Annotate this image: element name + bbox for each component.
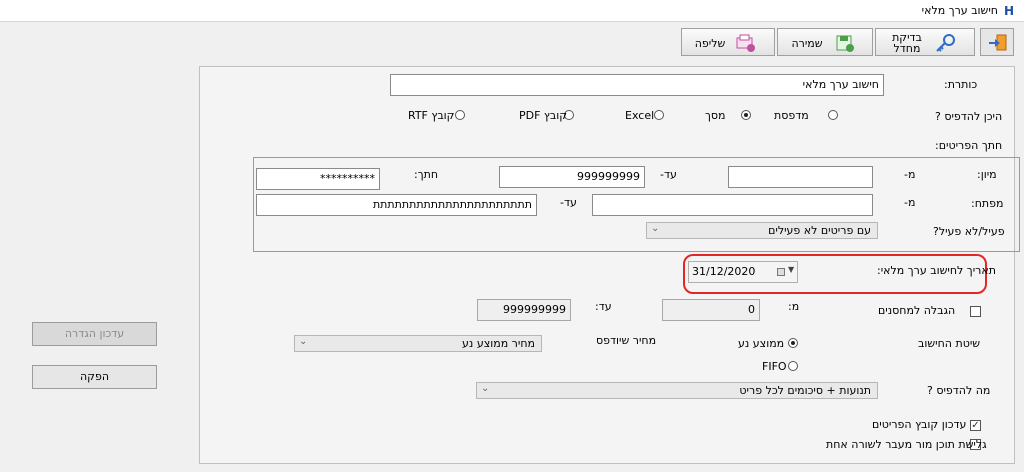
warehouse-limit-label: הגבלה למחסנים <box>878 304 956 317</box>
active-dropdown[interactable]: ⌄ עם פריטים לא פעילים <box>646 222 878 239</box>
output-option-excel[interactable]: Excel <box>625 107 665 123</box>
date-value: 31/12/2020 <box>692 265 756 278</box>
save-button[interactable]: שמירה <box>777 28 873 56</box>
calc-option-moving-average[interactable]: ממוצע נע <box>738 335 800 351</box>
subject-input[interactable]: חישוב ערך מלאי <box>390 74 884 96</box>
output-excel-radio[interactable] <box>654 110 664 120</box>
chevron-down-icon: ⌄ <box>299 336 308 347</box>
key-from-input[interactable] <box>592 194 873 216</box>
sort-label: מיון: <box>977 168 997 181</box>
chevron-down-icon: ⌄ <box>481 383 490 394</box>
calc-fifo-radio[interactable] <box>788 361 798 371</box>
sort-to-label: עד- <box>660 168 677 181</box>
calc-moving-average-label: ממוצע נע <box>738 337 785 350</box>
check-default-button[interactable]: בדיקת מחדל <box>875 28 975 56</box>
what-print-dropdown[interactable]: ⌄ תנועות + סיכומים לכל פריט <box>476 382 878 399</box>
output-option-screen[interactable]: מסך <box>705 107 751 123</box>
key-to-label: עד- <box>560 196 577 209</box>
output-pdf-label: קובץ PDF <box>519 109 568 122</box>
app-logo-icon: H <box>1004 4 1015 18</box>
date-picker[interactable]: 31/12/2020 ▼ <box>688 261 798 283</box>
sort-from-input[interactable] <box>728 166 873 188</box>
calendar-icon[interactable] <box>777 268 785 276</box>
output-screen-label: מסך <box>705 109 726 122</box>
window-title: חישוב ערך מלאי <box>921 4 998 17</box>
dropdown-arrow-icon[interactable]: ▼ <box>788 265 794 274</box>
where-print-label: היכן להדפיס ? <box>935 110 1003 123</box>
warehouse-to-label: עד: <box>595 300 612 313</box>
calc-option-fifo[interactable]: FIFO <box>762 358 800 374</box>
output-option-printer[interactable]: מדפסת <box>774 107 838 123</box>
update-items-label: עדכון קובץ הפריטים <box>872 418 967 431</box>
calc-fifo-label: FIFO <box>762 360 787 373</box>
update-items-checkbox[interactable]: ✓ <box>970 420 981 431</box>
key-icon <box>936 34 955 52</box>
active-dropdown-value: עם פריטים לא פעילים <box>768 224 871 237</box>
active-label: פעיל/לא פעיל? <box>933 225 1005 238</box>
output-rtf-label: קובץ RTF <box>408 109 455 122</box>
update-definition-button[interactable]: עדכון הגדרה <box>32 322 157 346</box>
items-section-label: חתך הפריטים: <box>935 139 1003 152</box>
chevron-down-icon: ⌄ <box>651 223 660 234</box>
wrap-content-label: גלישת תוכן מור מעבר לשורה אחת <box>826 438 987 451</box>
calc-method-label: שיטת החישוב <box>918 337 981 350</box>
output-option-rtf[interactable]: קובץ RTF <box>408 107 466 123</box>
output-screen-radio[interactable] <box>741 110 751 120</box>
subject-label: כותרת: <box>944 78 978 91</box>
calc-moving-average-radio[interactable] <box>788 338 798 348</box>
key-from-label: מ- <box>904 196 916 209</box>
output-printer-label: מדפסת <box>774 109 809 122</box>
exit-door-icon <box>989 34 1007 51</box>
price-dropdown-value: מחיר ממוצע נע <box>462 337 535 350</box>
retrieve-button[interactable]: שליפה <box>681 28 775 56</box>
sort-from-label: מ- <box>904 168 916 181</box>
retrieve-printer-icon <box>736 34 755 52</box>
key-label: מפתח: <box>971 197 1004 210</box>
exit-button[interactable] <box>980 28 1014 56</box>
save-disk-icon <box>836 35 854 52</box>
date-label: תאריך לחישוב ערך מלאי: <box>877 264 996 277</box>
price-dropdown[interactable]: ⌄ מחיר ממוצע נע <box>294 335 542 352</box>
warehouse-from-label: מ: <box>788 300 800 313</box>
key-to-input[interactable]: תתתתתתתתתתתתתתתתתתתתתת <box>256 194 537 216</box>
output-option-pdf[interactable]: קובץ PDF <box>519 107 575 123</box>
save-label: שמירה <box>791 37 823 50</box>
output-excel-label: Excel <box>625 109 655 122</box>
sort-to-input[interactable]: 999999999 <box>499 166 645 188</box>
output-printer-radio[interactable] <box>828 110 838 120</box>
output-rtf-radio[interactable] <box>455 110 465 120</box>
price-label: מחיר שיודפס <box>596 334 657 347</box>
warehouse-limit-checkbox[interactable] <box>970 306 981 317</box>
warehouse-to-input[interactable]: 999999999 <box>477 299 571 321</box>
cut-label: חתך: <box>414 168 439 181</box>
what-print-label: מה להדפיס ? <box>927 384 991 397</box>
what-print-dropdown-value: תנועות + סיכומים לכל פריט <box>739 384 871 397</box>
title-bar: H חישוב ערך מלאי <box>0 0 1024 22</box>
produce-button[interactable]: הפקה <box>32 365 157 389</box>
warehouse-from-input[interactable]: 0 <box>662 299 760 321</box>
cut-input[interactable]: ********** <box>256 168 380 190</box>
retrieve-label: שליפה <box>694 37 726 50</box>
check-default-label: בדיקת מחדל <box>892 31 922 55</box>
